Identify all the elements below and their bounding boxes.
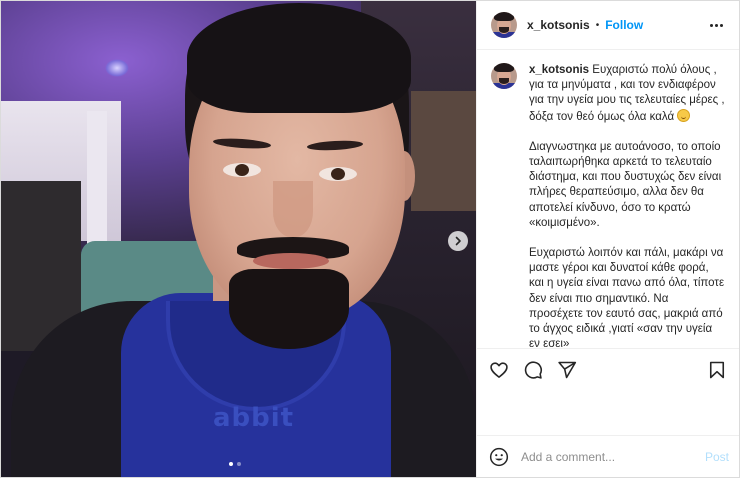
smiley-emoji-icon <box>677 108 691 122</box>
caption-paragraph: x_kotsonis Ευχαριστώ πολύ όλους , για τα… <box>529 63 725 125</box>
post-header: x_kotsonis • Follow <box>477 1 739 50</box>
carousel-dot <box>237 462 241 466</box>
header-separator: • <box>595 19 600 31</box>
emoji-picker-button[interactable] <box>489 447 509 467</box>
comment-input[interactable] <box>521 449 691 464</box>
avatar-hair <box>494 63 514 72</box>
post-actions <box>477 348 739 390</box>
carousel-indicator <box>229 462 241 466</box>
post-caption: x_kotsonis Ευχαριστώ πολύ όλους , για τα… <box>477 50 739 348</box>
likes-area <box>477 390 739 435</box>
caption-paragraph-2: Διαγνωστηκα με αυτοάνοσο, το οποίο ταλαι… <box>529 140 722 229</box>
chevron-right-icon <box>455 236 461 246</box>
comment-button[interactable] <box>523 360 543 380</box>
more-options-button[interactable] <box>706 20 727 31</box>
heart-icon <box>490 361 508 378</box>
avatar[interactable] <box>491 12 517 38</box>
more-horizontal-icon <box>710 23 713 27</box>
photo-nose <box>273 181 313 237</box>
photo-shirt-text: abbit <box>213 403 295 433</box>
share-button[interactable] <box>557 360 577 380</box>
avatar-beard <box>499 78 509 84</box>
photo-lips <box>253 253 329 269</box>
bookmark-icon <box>709 361 725 378</box>
photo-beard <box>229 269 349 349</box>
photo-pupil <box>331 168 345 180</box>
post-sidebar: x_kotsonis • Follow x_kotsonis Ευχαριστώ… <box>476 1 739 477</box>
follow-button[interactable]: Follow <box>605 18 643 32</box>
more-horizontal-icon-dot <box>715 23 718 27</box>
photo-hair <box>187 3 411 113</box>
post-comment-button[interactable]: Post <box>705 450 729 464</box>
comment-bar: Post <box>477 435 739 477</box>
smiley-icon <box>489 447 509 466</box>
caption-paragraph-3: Ευχαριστώ λοιπόν και πάλι, μακάρι να μασ… <box>529 247 725 348</box>
paper-plane-icon <box>558 361 577 378</box>
caption-username[interactable]: x_kotsonis <box>529 64 589 76</box>
photo-pupil <box>235 164 249 176</box>
next-slide-button[interactable] <box>448 231 468 251</box>
like-button[interactable] <box>489 360 509 380</box>
header-username[interactable]: x_kotsonis <box>527 18 590 32</box>
avatar[interactable] <box>491 63 517 89</box>
photo-light <box>105 59 129 77</box>
caption-text: x_kotsonis Ευχαριστώ πολύ όλους , για τα… <box>529 63 725 348</box>
comment-icon <box>524 360 543 379</box>
more-horizontal-icon-dot <box>720 23 723 27</box>
avatar-hair <box>494 12 514 21</box>
post-media[interactable]: abbit <box>1 1 476 477</box>
carousel-dot-active <box>229 462 233 466</box>
photo-shelf-right <box>411 91 476 211</box>
avatar-beard <box>499 27 509 33</box>
instagram-post-modal: abbit x_kotsonis • Follow x_kotsonis Ευχ… <box>0 0 740 478</box>
save-button[interactable] <box>707 360 727 380</box>
